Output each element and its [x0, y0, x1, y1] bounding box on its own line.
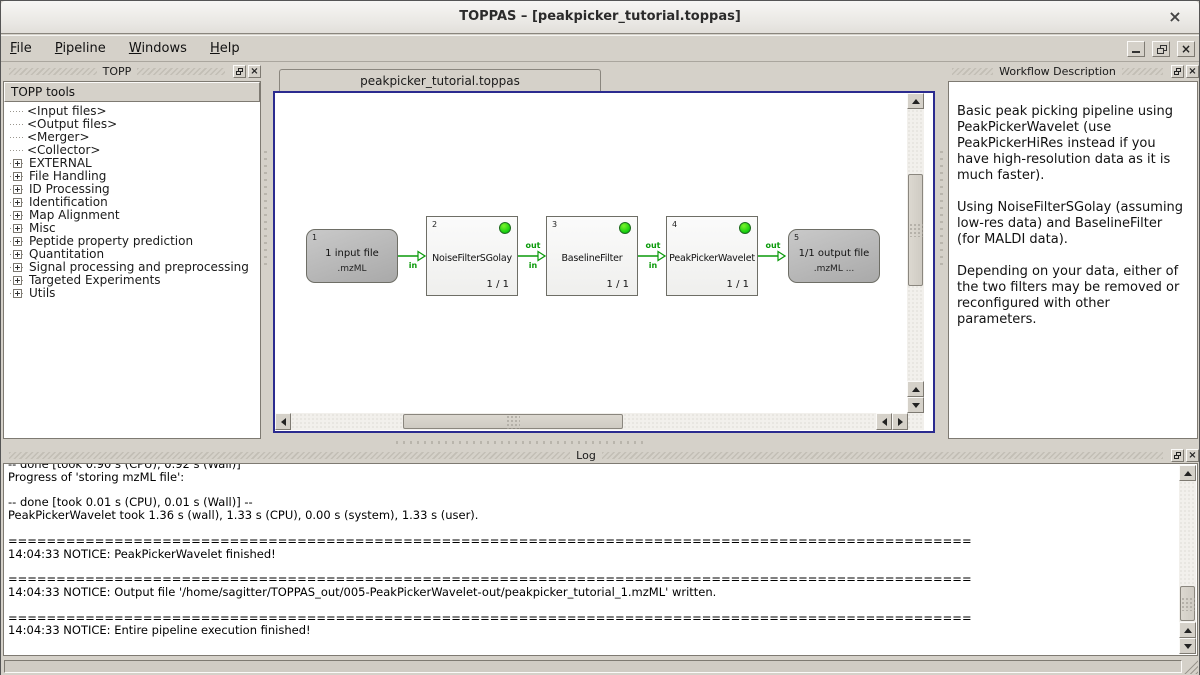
up-arrow-icon: [912, 387, 920, 392]
expand-icon[interactable]: [13, 237, 22, 246]
close-icon[interactable]: ×: [1165, 7, 1185, 27]
description-paragraph: Basic peak picking pipeline using PeakPi…: [957, 104, 1189, 184]
log-dock-title: Log: [576, 449, 596, 462]
log-vscroll-thumb[interactable]: [1180, 586, 1195, 621]
description-float-button[interactable]: [1171, 65, 1184, 78]
log-panel[interactable]: -- done [took 0.90 s (CPU), 0.92 s (Wall…: [3, 463, 1198, 656]
right-arrow-icon: [898, 418, 903, 426]
log-text: -- done [took 0.90 s (CPU), 0.92 s (Wall…: [8, 464, 1177, 637]
description-paragraph: Depending on your data, either of the tw…: [957, 264, 1189, 328]
expand-icon[interactable]: [13, 250, 22, 259]
up-arrow-icon: [1184, 471, 1192, 476]
canvas-hscroll-thumb[interactable]: [403, 414, 623, 429]
expand-icon[interactable]: [13, 172, 22, 181]
menu-file[interactable]: File: [1, 36, 41, 60]
canvas-scroll-up-button-2[interactable]: [907, 381, 924, 397]
close-icon: ×: [1187, 450, 1198, 462]
toppas-window: TOPPAS – [peakpicker_tutorial.toppas] × …: [0, 0, 1200, 675]
edge-arrow-icon: [758, 250, 786, 262]
down-arrow-icon: [1184, 644, 1192, 649]
menu-bar: File Pipeline Windows Help ×: [1, 35, 1199, 62]
right-splitter-handle[interactable]: [940, 151, 943, 266]
minimize-icon: [1132, 51, 1140, 53]
status-finished-icon: [499, 222, 511, 234]
edge-input-to-noisefilter[interactable]: in: [398, 241, 428, 271]
status-bar: [1, 658, 1199, 675]
menu-help[interactable]: Help: [201, 36, 249, 60]
canvas-scroll-left-button-2[interactable]: [876, 413, 892, 430]
log-dock-titlebar: Log ×: [3, 447, 1199, 464]
node-noisefiltersgolay[interactable]: 2 NoiseFilterSGolay 1 / 1: [426, 216, 518, 296]
description-close-button[interactable]: ×: [1186, 65, 1199, 78]
down-arrow-icon: [912, 403, 920, 408]
edge-baseline-to-peakpicker[interactable]: out in: [638, 241, 668, 271]
description-dock-title: Workflow Description: [999, 65, 1116, 78]
log-scroll-down-button[interactable]: [1179, 638, 1196, 654]
left-splitter-handle[interactable]: [264, 151, 267, 266]
left-arrow-icon: [281, 418, 286, 426]
tree-header: TOPP tools: [4, 82, 260, 102]
topp-dock-titlebar: TOPP ×: [3, 63, 261, 80]
expand-icon[interactable]: [13, 211, 22, 220]
minimize-button[interactable]: [1127, 41, 1145, 57]
up-arrow-icon: [1184, 628, 1192, 633]
log-splitter-handle[interactable]: [396, 441, 646, 444]
log-close-button[interactable]: ×: [1186, 449, 1199, 462]
edge-peakpicker-to-output[interactable]: out: [758, 241, 788, 271]
node-peakpickerwavelet[interactable]: 4 PeakPickerWavelet 1 / 1: [666, 216, 758, 296]
topp-float-button[interactable]: [233, 65, 246, 78]
status-finished-icon: [739, 222, 751, 234]
resize-grip-icon[interactable]: [1184, 660, 1198, 674]
node-output-file[interactable]: 5 1/1 output file .mzML ...: [788, 229, 880, 283]
tab-peakpicker-tutorial[interactable]: peakpicker_tutorial.toppas: [279, 69, 601, 92]
tree-item-utils[interactable]: Utils: [4, 287, 260, 300]
tree-body: <Input files> <Output files> <Merger> <C…: [4, 102, 260, 300]
log-scroll-up-button-2[interactable]: [1179, 622, 1196, 638]
close-icon: ×: [1178, 42, 1194, 57]
expand-icon[interactable]: [13, 263, 22, 272]
expand-icon[interactable]: [13, 289, 22, 298]
log-scroll-up-button[interactable]: [1179, 465, 1196, 481]
status-message-field: [4, 660, 1182, 673]
canvas-scroll-left-button[interactable]: [275, 413, 291, 430]
canvas-scroll-right-button[interactable]: [892, 413, 908, 430]
expand-icon[interactable]: [13, 276, 22, 285]
log-text-area[interactable]: -- done [took 0.90 s (CPU), 0.92 s (Wall…: [8, 464, 1177, 655]
expand-icon[interactable]: [13, 198, 22, 207]
close-icon: ×: [249, 66, 260, 78]
close-icon: ×: [1187, 66, 1198, 78]
expand-icon[interactable]: [13, 224, 22, 233]
topp-dock-title: TOPP: [103, 65, 132, 78]
restore-button[interactable]: [1152, 41, 1170, 57]
left-arrow-icon: [882, 418, 887, 426]
expand-icon[interactable]: [13, 159, 22, 168]
description-dock-titlebar: Workflow Description ×: [946, 63, 1199, 80]
menu-windows[interactable]: Windows: [120, 36, 196, 60]
edge-noisefilter-to-baseline[interactable]: out in: [518, 241, 548, 271]
topp-close-button[interactable]: ×: [248, 65, 261, 78]
topp-tools-tree: TOPP tools <Input files> <Output files> …: [3, 81, 261, 439]
node-baselinefilter[interactable]: 3 BaselineFilter 1 / 1: [546, 216, 638, 296]
canvas-scroll-up-button[interactable]: [907, 93, 924, 109]
window-title: TOPPAS – [peakpicker_tutorial.toppas]: [1, 9, 1199, 24]
expand-icon[interactable]: [13, 185, 22, 194]
up-arrow-icon: [912, 99, 920, 104]
workflow-description[interactable]: Basic peak picking pipeline using PeakPi…: [948, 81, 1198, 439]
title-bar[interactable]: TOPPAS – [peakpicker_tutorial.toppas] ×: [1, 1, 1199, 34]
status-finished-icon: [619, 222, 631, 234]
canvas-scroll-down-button[interactable]: [907, 397, 924, 413]
log-float-button[interactable]: [1171, 449, 1184, 462]
menu-pipeline[interactable]: Pipeline: [46, 36, 115, 60]
node-input-file[interactable]: 1 1 input file .mzML: [306, 229, 398, 283]
mdi-close-button[interactable]: ×: [1177, 41, 1195, 57]
canvas-vscroll-thumb[interactable]: [908, 174, 923, 286]
description-paragraph: Using NoiseFilterSGolay (assuming low-re…: [957, 200, 1189, 248]
mdi-window-buttons: ×: [1125, 41, 1195, 60]
